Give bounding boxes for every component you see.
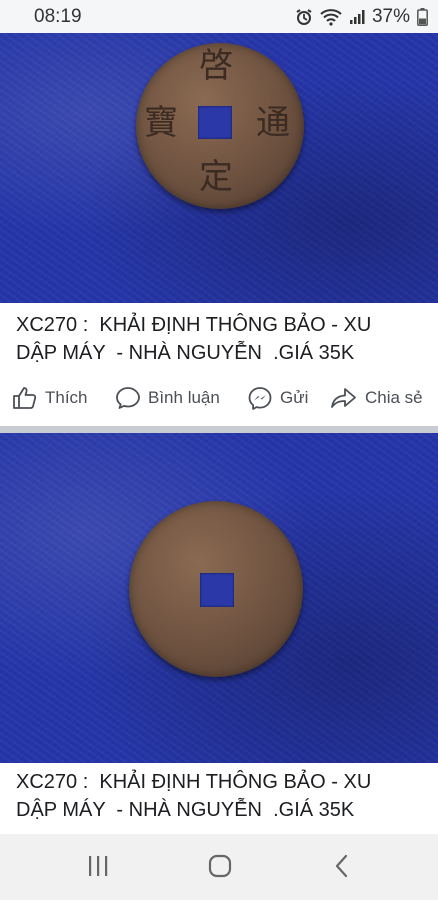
battery-icon bbox=[417, 7, 428, 26]
system-navigation-bar bbox=[0, 834, 438, 900]
messenger-icon bbox=[247, 386, 273, 410]
recent-apps-button[interactable] bbox=[78, 854, 118, 882]
post-caption-2: XC270 : KHẢI ĐỊNH THÔNG BẢO - XU DẬP MÁY… bbox=[16, 768, 426, 824]
caption-line: XC270 : KHẢI ĐỊNH THÔNG BẢO - XU bbox=[16, 771, 372, 793]
comment-bubble-icon bbox=[115, 386, 141, 410]
post-action-bar: Thích Bình luận Gửi Chia sẻ bbox=[0, 377, 438, 419]
share-label: Chia sẻ bbox=[365, 388, 423, 407]
post-caption-1: XC270 : KHẢI ĐỊNH THÔNG BẢO - XU DẬP MÁY… bbox=[16, 311, 426, 367]
like-label: Thích bbox=[45, 388, 88, 407]
comment-label: Bình luận bbox=[148, 388, 220, 407]
alarm-icon bbox=[295, 8, 313, 26]
back-chevron-icon bbox=[334, 854, 350, 883]
back-button[interactable] bbox=[322, 854, 362, 882]
coin-character-top: 啓 bbox=[199, 46, 233, 86]
recent-apps-icon bbox=[86, 855, 110, 882]
status-time: 08:19 bbox=[34, 5, 82, 27]
coin-character-left: 寶 bbox=[144, 103, 178, 143]
status-bar: 08:19 37% bbox=[0, 0, 438, 33]
coin-square-hole bbox=[198, 106, 232, 139]
coin-character-bottom: 定 bbox=[199, 157, 233, 197]
send-label: Gửi bbox=[280, 388, 309, 407]
coin-character-right: 通 bbox=[256, 103, 290, 143]
caption-line: DẬP MÁY - NHÀ NGUYỄN .GIÁ 35K bbox=[16, 342, 355, 364]
wifi-icon bbox=[320, 8, 342, 26]
caption-line: DẬP MÁY - NHÀ NGUYỄN .GIÁ 35K bbox=[16, 799, 355, 821]
comment-button[interactable]: Bình luận bbox=[115, 386, 220, 410]
coin-obverse: 啓 通 定 寶 bbox=[136, 43, 304, 209]
like-button[interactable]: Thích bbox=[12, 386, 88, 410]
thumbs-up-icon bbox=[12, 386, 38, 410]
signal-icon bbox=[349, 9, 365, 25]
battery-percent: 37% bbox=[371, 5, 410, 27]
home-icon bbox=[208, 854, 232, 883]
coin-square-hole bbox=[200, 573, 234, 607]
share-arrow-icon bbox=[330, 386, 358, 410]
post-image-2[interactable] bbox=[0, 433, 438, 763]
send-button[interactable]: Gửi bbox=[247, 386, 308, 410]
home-button[interactable] bbox=[200, 854, 240, 882]
post-divider bbox=[0, 426, 438, 433]
status-icons: 37% bbox=[295, 6, 428, 28]
coin-reverse bbox=[129, 501, 303, 677]
post-image-1[interactable]: 啓 通 定 寶 bbox=[0, 33, 438, 303]
share-button[interactable]: Chia sẻ bbox=[330, 386, 423, 410]
caption-line: XC270 : KHẢI ĐỊNH THÔNG BẢO - XU bbox=[16, 314, 372, 336]
